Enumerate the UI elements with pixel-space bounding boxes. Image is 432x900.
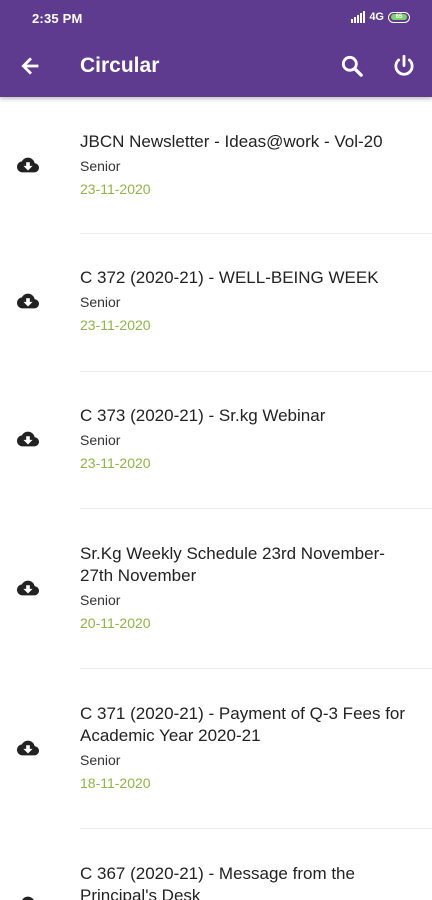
circular-item[interactable]: Sr.Kg Weekly Schedule 23rd November-27th… xyxy=(0,509,432,669)
circular-title: C 372 (2020-21) - WELL-BEING WEEK xyxy=(80,268,379,287)
cloud-download-icon[interactable] xyxy=(17,737,39,759)
circular-category: Senior xyxy=(80,158,121,174)
circular-date: 23-11-2020 xyxy=(80,455,151,471)
cloud-download-icon[interactable] xyxy=(17,577,39,599)
circular-list[interactable]: JBCN Newsletter - Ideas@work - Vol-20 Se… xyxy=(0,97,432,900)
circular-date: 23-11-2020 xyxy=(80,317,151,333)
circular-title: JBCN Newsletter - Ideas@work - Vol-20 xyxy=(80,132,383,151)
cloud-download-icon[interactable] xyxy=(17,290,39,312)
app-bar: 2:35 PM 4G 65 Circular xyxy=(0,0,432,97)
back-arrow-icon xyxy=(21,57,39,75)
search-button[interactable] xyxy=(336,50,368,82)
circular-title: C 371 (2020-21) - Payment of Q-3 Fees fo… xyxy=(80,704,406,745)
logout-button[interactable] xyxy=(388,50,420,82)
status-bar: 2:35 PM 4G 65 xyxy=(0,0,432,36)
battery-level: 65 xyxy=(391,14,407,20)
status-indicators: 4G 65 xyxy=(351,11,410,23)
battery-icon: 65 xyxy=(388,11,410,23)
circular-category: Senior xyxy=(80,432,121,448)
back-button[interactable] xyxy=(14,50,46,82)
cloud-download-icon[interactable] xyxy=(17,154,39,176)
power-icon xyxy=(394,54,414,76)
circular-item[interactable]: C 373 (2020-21) - Sr.kg Webinar Senior 2… xyxy=(0,372,432,509)
circular-date: 20-11-2020 xyxy=(80,615,151,631)
circular-title: C 373 (2020-21) - Sr.kg Webinar xyxy=(80,406,326,425)
search-icon xyxy=(341,55,363,77)
circular-item[interactable]: C 372 (2020-21) - WELL-BEING WEEK Senior… xyxy=(0,234,432,372)
circular-item[interactable]: C 367 (2020-21) - Message from the Princ… xyxy=(0,829,432,900)
status-time: 2:35 PM xyxy=(32,11,83,26)
circular-date: 18-11-2020 xyxy=(80,775,151,791)
cloud-download-icon[interactable] xyxy=(17,893,39,900)
circular-category: Senior xyxy=(80,752,121,768)
page-title: Circular xyxy=(80,54,160,77)
network-type: 4G xyxy=(369,11,384,23)
circular-title: C 367 (2020-21) - Message from the Princ… xyxy=(80,864,355,900)
circular-category: Senior xyxy=(80,592,121,608)
signal-icon xyxy=(351,11,366,23)
circular-title: Sr.Kg Weekly Schedule 23rd November-27th… xyxy=(80,544,385,585)
cloud-download-icon[interactable] xyxy=(17,428,39,450)
circular-date: 23-11-2020 xyxy=(80,181,151,197)
circular-item[interactable]: JBCN Newsletter - Ideas@work - Vol-20 Se… xyxy=(0,97,432,234)
circular-category: Senior xyxy=(80,294,121,310)
toolbar: Circular xyxy=(0,36,432,97)
circular-item[interactable]: C 371 (2020-21) - Payment of Q-3 Fees fo… xyxy=(0,669,432,829)
